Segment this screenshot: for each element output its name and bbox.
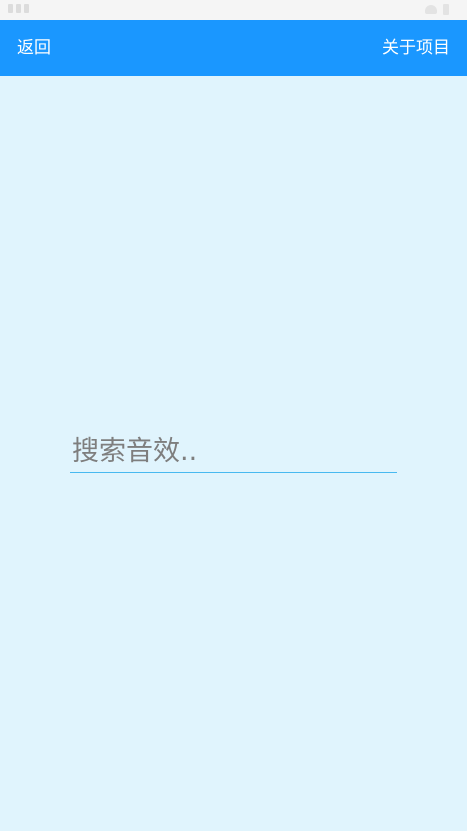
status-bar <box>0 0 467 20</box>
notification-icon <box>16 4 21 13</box>
about-project-button[interactable]: 关于项目 <box>382 20 450 76</box>
search-input[interactable] <box>70 430 397 472</box>
status-icons-left <box>8 4 29 13</box>
search-field-container <box>70 430 397 473</box>
wifi-icon <box>425 5 437 14</box>
notification-icon <box>8 4 13 13</box>
back-button[interactable]: 返回 <box>17 20 51 76</box>
app-bar: 返回 关于项目 <box>0 20 467 76</box>
notification-icon <box>24 4 29 13</box>
battery-icon <box>443 4 449 15</box>
status-icons-right <box>425 4 449 15</box>
